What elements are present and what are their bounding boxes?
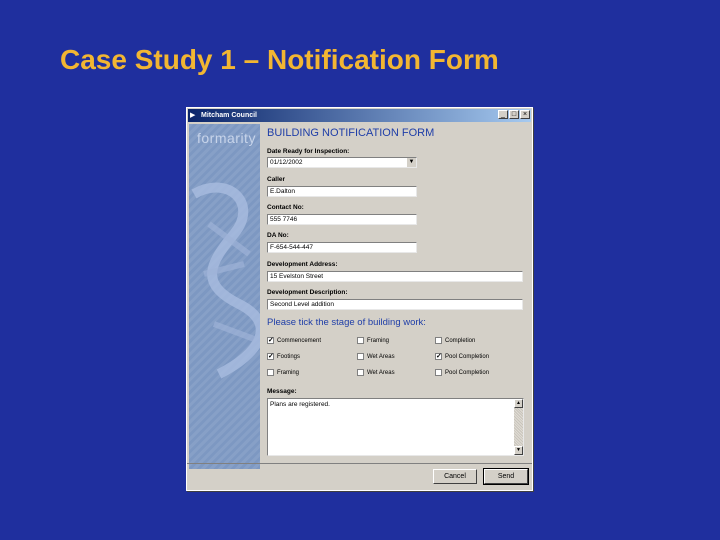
stage-label: Wet Areas [367, 353, 395, 360]
app-icon: ▶ [190, 112, 196, 119]
date-ready-label: Date Ready for Inspection: [267, 148, 350, 155]
message-scrollbar[interactable]: ▲ ▼ [514, 399, 523, 455]
caller-label: Caller [267, 176, 286, 183]
stage-heading: Please tick the stage of building work: [267, 317, 426, 328]
decorative-swirl-icon [191, 182, 260, 379]
da-no-label: DA No: [267, 232, 289, 239]
stage-label: Footings [277, 353, 301, 360]
checkbox-box[interactable] [357, 353, 364, 360]
message-text: Plans are registered. [270, 401, 330, 408]
da-no-field[interactable]: F-654-544-447 [267, 242, 417, 253]
stage-label: Wet Areas [367, 369, 395, 376]
stage-checkbox[interactable]: Framing [357, 337, 389, 344]
stage-checkbox[interactable]: Pool Completion [435, 369, 489, 376]
dev-description-field[interactable]: Second Level addition [267, 299, 523, 310]
stage-checkbox[interactable]: Wet Areas [357, 353, 395, 360]
checkbox-box[interactable] [357, 337, 364, 344]
checkbox-box[interactable] [357, 369, 364, 376]
stage-label: Pool Completion [445, 353, 490, 360]
scroll-down-icon[interactable]: ▼ [514, 446, 523, 455]
stage-label: Commencement [277, 337, 322, 344]
stage-label: Framing [277, 369, 300, 376]
date-ready-select[interactable]: 01/12/2002 ▼ [267, 157, 417, 168]
stage-label: Pool Completion [445, 369, 490, 376]
stage-checkbox[interactable]: ✓ Footings [267, 353, 300, 360]
date-ready-value: 01/12/2002 [270, 159, 303, 166]
dev-description-label: Development Description: [267, 289, 348, 296]
stage-checkbox[interactable]: Framing [267, 369, 299, 376]
send-button[interactable]: Send [483, 468, 529, 485]
stage-label: Completion [445, 337, 476, 344]
stage-checkbox[interactable]: ✓ Pool Completion [435, 353, 489, 360]
form-sidebar: formarity [189, 124, 260, 469]
close-button[interactable]: × [520, 110, 530, 119]
contact-label: Contact No: [267, 204, 304, 211]
checkbox-box[interactable] [435, 369, 442, 376]
stage-checkbox[interactable]: Wet Areas [357, 369, 395, 376]
caller-field[interactable]: E.Dalton [267, 186, 417, 197]
checkbox-box[interactable]: ✓ [435, 353, 442, 360]
form-heading: BUILDING NOTIFICATION FORM [267, 127, 435, 139]
minimize-button[interactable]: _ [498, 110, 508, 119]
dev-address-field[interactable]: 15 Evelston Street [267, 271, 523, 282]
checkbox-box[interactable] [435, 337, 442, 344]
stage-checkbox[interactable]: ✓ Commencement [267, 337, 321, 344]
window-titlebar[interactable]: ▶ Mitcham Council _ □ × [188, 109, 531, 122]
stage-checkbox[interactable]: Completion [435, 337, 475, 344]
checkbox-box[interactable] [267, 369, 274, 376]
contact-field[interactable]: 555 7746 [267, 214, 417, 225]
chevron-down-icon[interactable]: ▼ [406, 158, 416, 167]
brand-logo: formarity [197, 130, 256, 146]
window-title: Mitcham Council [201, 112, 258, 119]
form-window: ▶ Mitcham Council _ □ × formarity BUILDI… [186, 107, 533, 491]
cancel-button[interactable]: Cancel [433, 469, 477, 484]
checkbox-box[interactable]: ✓ [267, 353, 274, 360]
dev-address-label: Development Address: [267, 261, 338, 268]
slide-title: Case Study 1 – Notification Form [60, 44, 499, 75]
message-label: Message: [267, 388, 297, 395]
stage-label: Framing [367, 337, 390, 344]
scroll-up-icon[interactable]: ▲ [514, 399, 523, 408]
button-bar: Cancel Send [187, 463, 532, 490]
maximize-button[interactable]: □ [509, 110, 519, 119]
checkbox-box[interactable]: ✓ [267, 337, 274, 344]
message-textarea[interactable]: Plans are registered. ▲ ▼ [267, 398, 524, 456]
